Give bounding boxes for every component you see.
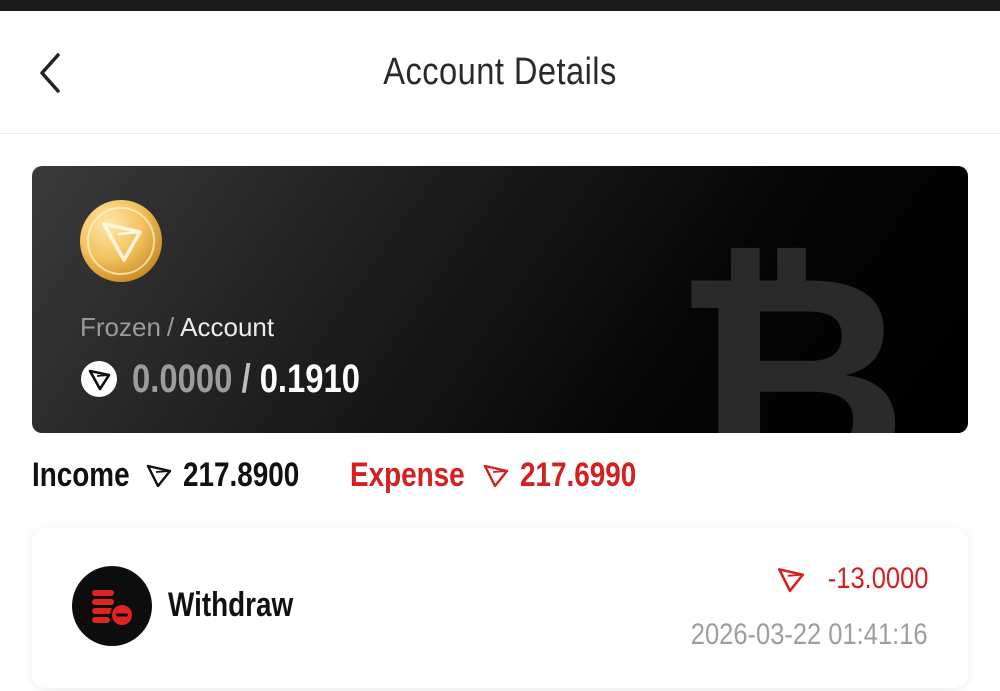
transaction-amount-row: -13.0000 <box>776 560 928 598</box>
frozen-balance: 0.0000 <box>132 356 233 401</box>
balance-row: 0.0000 / 0.1910 <box>80 356 410 402</box>
tron-coin-icon <box>80 200 162 282</box>
withdraw-coins-icon <box>72 566 152 646</box>
tron-icon <box>483 464 509 488</box>
status-bar-strip <box>0 0 1000 11</box>
expense-label: Expense <box>350 455 465 494</box>
balance-card: ₿ Frozen / Account 0.0000 / 0.1910 <box>32 166 968 433</box>
income-expense-summary: Income 217.8900 Expense 217.6990 <box>32 450 732 500</box>
balance-separator: / <box>241 356 251 401</box>
account-balance: 0.1910 <box>259 356 361 401</box>
frozen-account-label: Frozen / Account <box>80 312 274 343</box>
income-label: Income <box>32 455 130 494</box>
page-title: Account Details <box>383 51 617 93</box>
label-separator: / <box>166 312 175 342</box>
expense-value: 217.6990 <box>519 455 637 494</box>
transaction-timestamp: 2026-03-22 01:41:16 <box>691 618 928 651</box>
tron-icon <box>777 568 804 593</box>
frozen-label: Frozen <box>80 312 161 342</box>
income-value: 217.8900 <box>183 455 300 494</box>
header: Account Details <box>0 11 1000 134</box>
tron-icon <box>81 361 117 397</box>
expense-summary: Expense 217.6990 <box>350 450 662 500</box>
income-summary: Income 217.8900 <box>32 450 325 500</box>
chevron-left-icon <box>40 53 60 93</box>
bitcoin-watermark-icon: ₿ <box>672 212 909 434</box>
transaction-type: Withdraw <box>168 586 294 624</box>
transaction-amount: -13.0000 <box>827 562 928 595</box>
account-label: Account <box>180 312 275 342</box>
tron-icon <box>146 464 172 488</box>
transaction-item[interactable]: Withdraw -13.0000 2026-03-22 01:41:16 <box>32 528 968 688</box>
back-button[interactable] <box>30 49 74 97</box>
